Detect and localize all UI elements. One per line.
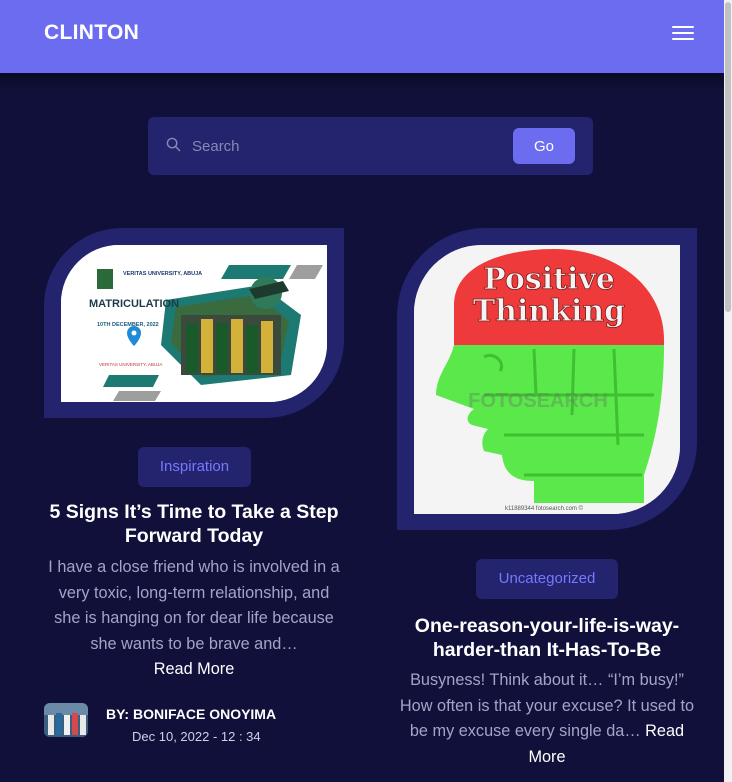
menu-line bbox=[672, 38, 694, 40]
brand-logo-text[interactable]: CLINTON bbox=[44, 21, 139, 45]
category-badge[interactable]: Inspiration bbox=[138, 447, 251, 487]
menu-line bbox=[672, 32, 694, 34]
page-scrollbar[interactable] bbox=[724, 0, 732, 782]
post-thumbnail-matriculation[interactable]: VERITAS UNIVERSITY, ABUJA MATRICULATION … bbox=[61, 245, 327, 402]
image-text: MATRICULATION bbox=[89, 298, 179, 310]
menu-line bbox=[672, 26, 694, 28]
read-more-link[interactable]: Read More bbox=[44, 657, 344, 683]
image-text: Positive bbox=[483, 262, 615, 297]
top-header: CLINTON bbox=[0, 0, 724, 73]
image-text: VERITAS UNIVERSITY, ABUJA bbox=[123, 271, 202, 277]
hamburger-menu-icon[interactable] bbox=[672, 26, 694, 40]
post-excerpt: I have a close friend who is involved in… bbox=[48, 558, 340, 653]
image-text: 10TH DECEMBER, 2022 bbox=[97, 322, 159, 328]
image-text: VERITAS UNIVERSITY, ABUJA bbox=[99, 362, 162, 367]
image-text: FOTOSEARCH bbox=[468, 390, 608, 412]
image-text: k11889344 fotosearch.com © bbox=[505, 505, 584, 512]
search-input[interactable] bbox=[192, 131, 492, 161]
scrollbar-thumb[interactable] bbox=[725, 2, 731, 312]
category-badge[interactable]: Uncategorized bbox=[476, 559, 618, 599]
header-shadow bbox=[0, 73, 724, 91]
post-title[interactable]: 5 Signs It’s Time to Take a Step Forward… bbox=[44, 500, 344, 548]
search-icon bbox=[166, 137, 181, 152]
post-title[interactable]: One-reason-your-life-is-way-harder-than … bbox=[390, 614, 704, 662]
image-text: Thinking bbox=[473, 294, 625, 329]
search-go-button[interactable]: Go bbox=[513, 128, 575, 164]
post-excerpt: Busyness! Think about it… “I’m busy!” Ho… bbox=[397, 668, 697, 770]
post-author: BY: BONIFACE ONOYIMA bbox=[106, 706, 277, 722]
search-bar: Go bbox=[148, 117, 593, 175]
post-thumbnail-positive-thinking[interactable]: Positive Thinking FOTOSEARCH k11889344 f… bbox=[414, 245, 680, 514]
post-date: Dec 10, 2022 - 12 : 34 bbox=[132, 729, 261, 744]
author-avatar[interactable] bbox=[44, 703, 88, 737]
